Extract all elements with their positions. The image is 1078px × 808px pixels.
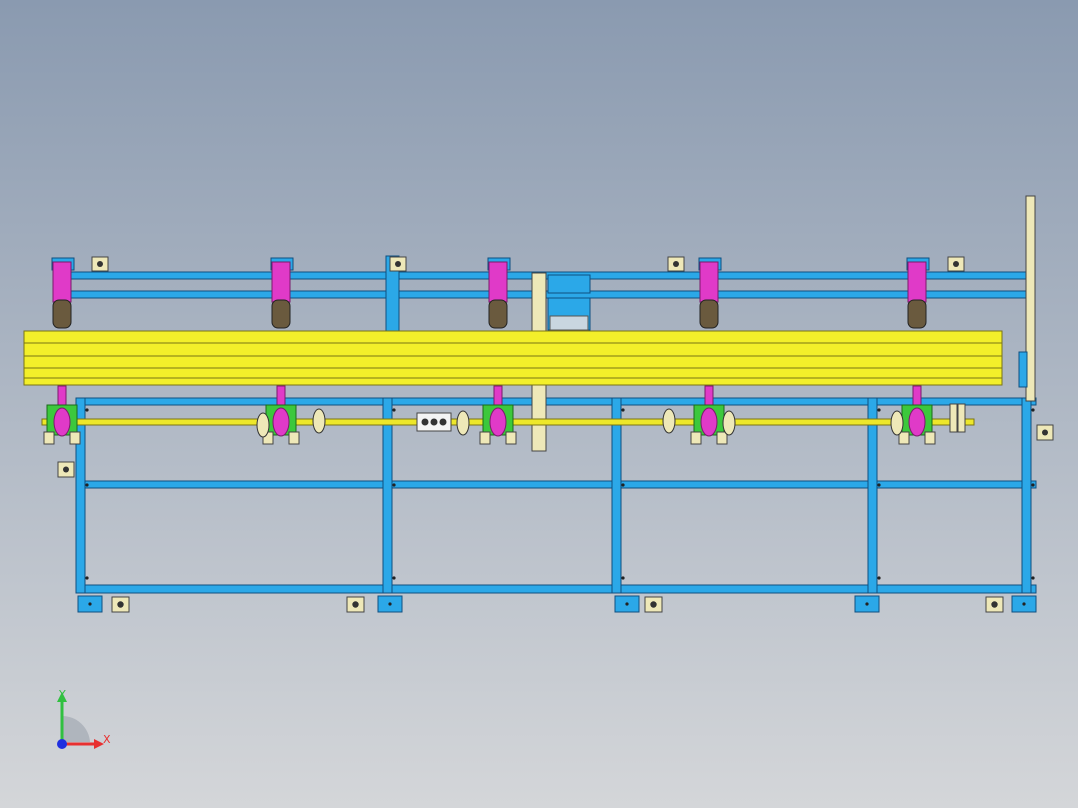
- lower-roller: [700, 407, 718, 437]
- frame-bolt: [392, 483, 396, 487]
- roller-clamp: [690, 431, 702, 445]
- frame-bottom-rail: [75, 584, 1037, 594]
- frame-bolt: [621, 576, 625, 580]
- coupling-bolt-icon: [421, 418, 429, 426]
- roller-clamp: [505, 431, 517, 445]
- roller-clamp: [479, 431, 491, 445]
- side-mount-bolt-icon: [1042, 429, 1048, 436]
- frame-bolt: [621, 483, 625, 487]
- foot-bolt: [388, 602, 392, 606]
- roller-clamp: [898, 431, 910, 445]
- leveling-bolt-icon: [650, 601, 657, 608]
- roller-clamp: [288, 431, 300, 445]
- frame-bolt: [85, 483, 89, 487]
- upper-roller: [52, 261, 72, 303]
- shaft-bearing: [722, 410, 736, 436]
- frame-bolt: [392, 408, 396, 412]
- upper-roller-motor: [907, 299, 927, 329]
- x-axis-label: X: [103, 733, 111, 746]
- leveling-bolt-icon: [352, 601, 359, 608]
- lower-roller: [489, 407, 507, 437]
- control-box-upper: [547, 274, 591, 294]
- frame-bolt: [85, 408, 89, 412]
- frame-bolt: [392, 576, 396, 580]
- limit-sensor: [957, 403, 966, 433]
- upper-roller: [699, 261, 719, 303]
- coupling-bolt-icon: [439, 418, 447, 426]
- upper-mount-bolt-icon: [97, 261, 103, 267]
- frame-post: [611, 397, 622, 594]
- foot-bolt: [1022, 602, 1026, 606]
- shaft-bearing: [456, 410, 470, 436]
- frame-middle-rail: [75, 480, 1037, 489]
- foot-bolt: [625, 602, 629, 606]
- limit-sensor: [949, 403, 958, 433]
- control-box-plate: [549, 315, 589, 331]
- roller-clamp: [69, 431, 81, 445]
- y-axis-label: Y: [58, 688, 66, 701]
- foot-bolt: [865, 602, 869, 606]
- upper-roller-motor: [271, 299, 291, 329]
- z-axis-origin-icon: [57, 739, 67, 749]
- upper-mount-bolt-icon: [953, 261, 959, 267]
- profile-beam: [23, 330, 1003, 386]
- roller-clamp: [716, 431, 728, 445]
- lower-roller: [53, 407, 71, 437]
- upper-roller-motor: [52, 299, 72, 329]
- frame-bolt: [85, 576, 89, 580]
- foot-bolt: [88, 602, 92, 606]
- frame-post: [1021, 397, 1032, 594]
- shaft-bearing: [312, 408, 326, 434]
- frame-bolt: [1031, 483, 1035, 487]
- side-mount-bolt-icon: [63, 466, 69, 473]
- frame-bolt: [1031, 576, 1035, 580]
- right-end-bracket: [1018, 351, 1028, 388]
- roller-clamp: [43, 431, 55, 445]
- lower-roller: [908, 407, 926, 437]
- cad-model-canvas[interactable]: Y X: [0, 0, 1078, 808]
- upper-roller-motor: [488, 299, 508, 329]
- frame-bolt: [1031, 408, 1035, 412]
- lower-roller: [272, 407, 290, 437]
- upper-roller: [271, 261, 291, 303]
- frame-bolt: [621, 408, 625, 412]
- shaft-bearing: [256, 412, 270, 438]
- coupling-bolt-icon: [430, 418, 438, 426]
- upper-mount-bolt-icon: [395, 261, 401, 267]
- upper-mount-bolt-icon: [673, 261, 679, 267]
- upper-roller-motor: [699, 299, 719, 329]
- frame-bolt: [877, 483, 881, 487]
- shaft-bearing: [890, 410, 904, 436]
- roller-clamp: [924, 431, 936, 445]
- frame-top-rail: [75, 397, 1037, 406]
- cad-viewport[interactable]: Y X: [0, 0, 1078, 808]
- shaft-bearing: [662, 408, 676, 434]
- leveling-bolt-icon: [991, 601, 998, 608]
- frame-post: [867, 397, 878, 594]
- frame-post: [382, 397, 393, 594]
- frame-bolt: [877, 408, 881, 412]
- upper-roller: [907, 261, 927, 303]
- upper-roller: [488, 261, 508, 303]
- leveling-bolt-icon: [117, 601, 124, 608]
- frame-bolt: [877, 576, 881, 580]
